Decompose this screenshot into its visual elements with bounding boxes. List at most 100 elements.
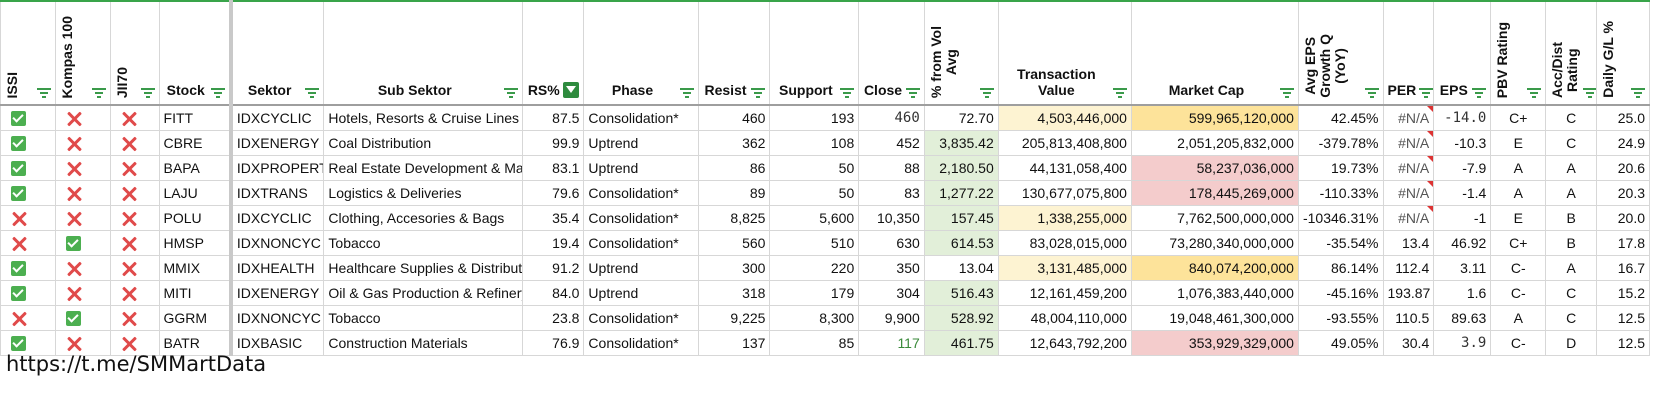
filter-icon[interactable]: [840, 88, 855, 98]
cell-jii70[interactable]: [109, 280, 160, 306]
col-header-resist[interactable]: Resist: [697, 0, 771, 106]
cell-close[interactable]: 452: [858, 130, 925, 156]
cell-avg-eps-growth[interactable]: 42.45%: [1297, 104, 1384, 131]
cell-per[interactable]: 13.4: [1382, 230, 1435, 256]
cell-pct-from-vol-avg[interactable]: 72.70: [923, 104, 999, 131]
col-header-kompas100[interactable]: Kompas 100: [54, 0, 111, 106]
cell-eps[interactable]: 89.63: [1433, 305, 1492, 331]
col-header-stock[interactable]: Stock: [158, 0, 232, 106]
cell-avg-eps-growth[interactable]: -35.54%: [1297, 230, 1384, 256]
cell-eps[interactable]: -10.3: [1433, 130, 1492, 156]
cell-market-cap[interactable]: 353,929,329,000: [1130, 330, 1299, 356]
cell-jii70[interactable]: [109, 205, 160, 231]
cell-stock[interactable]: POLU: [158, 205, 232, 231]
col-header-eps[interactable]: EPS: [1433, 0, 1492, 106]
cell-market-cap[interactable]: 58,237,036,000: [1130, 155, 1299, 181]
cell-per[interactable]: 30.4: [1382, 330, 1435, 356]
cell-pct-from-vol-avg[interactable]: 614.53: [923, 230, 999, 256]
cell-sub-sektor[interactable]: Construction Materials: [323, 330, 524, 356]
cell-stock[interactable]: LAJU: [158, 180, 232, 206]
cell-avg-eps-growth[interactable]: -45.16%: [1297, 280, 1384, 306]
cell-market-cap[interactable]: 1,076,383,440,000: [1130, 280, 1299, 306]
cell-transaction-value[interactable]: 48,004,110,000: [997, 305, 1132, 331]
cell-per[interactable]: #N/A: [1382, 180, 1435, 206]
col-header-close[interactable]: Close: [858, 0, 925, 106]
cell-support[interactable]: 5,600: [769, 205, 860, 231]
cell-support[interactable]: 220: [769, 255, 860, 281]
table-row[interactable]: GGRM IDXNONCYC Tobacco 23.8 Consolidation* 9,…: [0, 305, 1650, 331]
cell-stock[interactable]: HMSP: [158, 230, 232, 256]
cell-pbv-rating[interactable]: C+: [1490, 230, 1547, 256]
cell-market-cap[interactable]: 2,051,205,832,000: [1130, 130, 1299, 156]
cell-accdist-rating[interactable]: C: [1545, 104, 1597, 131]
cell-support[interactable]: 50: [769, 155, 860, 181]
cell-daily-gl[interactable]: 16.7: [1596, 255, 1650, 281]
cell-per[interactable]: #N/A: [1382, 104, 1435, 131]
cell-transaction-value[interactable]: 44,131,058,400: [997, 155, 1132, 181]
cell-pbv-rating[interactable]: C-: [1490, 255, 1547, 281]
cell-eps[interactable]: -1.4: [1433, 180, 1492, 206]
cell-sektor[interactable]: IDXCYCLIC: [228, 205, 325, 231]
table-row[interactable]: HMSP IDXNONCYC Tobacco 19.4 Consolidation* 56…: [0, 230, 1650, 256]
cell-sub-sektor[interactable]: Real Estate Development & Management: [323, 155, 524, 181]
cell-rs[interactable]: 19.4: [522, 230, 585, 256]
cell-jii70[interactable]: [109, 104, 160, 131]
cell-daily-gl[interactable]: 17.8: [1596, 230, 1650, 256]
filter-icon[interactable]: [905, 88, 920, 98]
cell-market-cap[interactable]: 7,762,500,000,000: [1130, 205, 1299, 231]
cell-rs[interactable]: 35.4: [522, 205, 585, 231]
cell-resist[interactable]: 86: [697, 155, 771, 181]
cell-eps[interactable]: 46.92: [1433, 230, 1492, 256]
cell-stock[interactable]: FITT: [158, 104, 232, 131]
footer-link[interactable]: https://t.me/SMMartData: [6, 352, 266, 376]
cell-pbv-rating[interactable]: C-: [1490, 280, 1547, 306]
cell-sub-sektor[interactable]: Hotels, Resorts & Cruise Lines: [323, 104, 524, 131]
cell-rs[interactable]: 23.8: [522, 305, 585, 331]
cell-jii70[interactable]: [109, 305, 160, 331]
col-header-pbv-rating[interactable]: PBV Rating: [1490, 0, 1547, 106]
cell-kompas100[interactable]: [54, 205, 111, 231]
col-header-issi[interactable]: ISSI: [0, 0, 56, 106]
col-header-support[interactable]: Support: [769, 0, 860, 106]
cell-close[interactable]: 350: [858, 255, 925, 281]
col-header-sektor[interactable]: Sektor: [228, 0, 325, 106]
cell-pct-from-vol-avg[interactable]: 3,835.42: [923, 130, 999, 156]
cell-sub-sektor[interactable]: Clothing, Accesories & Bags: [323, 205, 524, 231]
cell-kompas100[interactable]: [54, 104, 111, 131]
cell-accdist-rating[interactable]: A: [1545, 255, 1597, 281]
cell-avg-eps-growth[interactable]: -379.78%: [1297, 130, 1384, 156]
cell-eps[interactable]: 1.6: [1433, 280, 1492, 306]
cell-resist[interactable]: 460: [697, 104, 771, 131]
cell-kompas100[interactable]: [54, 255, 111, 281]
cell-sektor[interactable]: IDXCYCLIC: [228, 104, 325, 131]
cell-sub-sektor[interactable]: Oil & Gas Production & Refinery: [323, 280, 524, 306]
cell-issi[interactable]: [0, 205, 56, 231]
cell-pbv-rating[interactable]: A: [1490, 155, 1547, 181]
cell-phase[interactable]: Consolidation*: [583, 180, 699, 206]
cell-market-cap[interactable]: 73,280,340,000,000: [1130, 230, 1299, 256]
cell-stock[interactable]: CBRE: [158, 130, 232, 156]
cell-support[interactable]: 179: [769, 280, 860, 306]
col-header-phase[interactable]: Phase: [583, 0, 699, 106]
cell-daily-gl[interactable]: 20.6: [1596, 155, 1650, 181]
col-header-rs[interactable]: RS%: [522, 0, 585, 106]
table-row[interactable]: BAPA IDXPROPERT Real Estate Development & …: [0, 155, 1650, 181]
cell-transaction-value[interactable]: 83,028,015,000: [997, 230, 1132, 256]
cell-rs[interactable]: 83.1: [522, 155, 585, 181]
cell-pbv-rating[interactable]: C+: [1490, 104, 1547, 131]
filter-icon[interactable]: [1112, 88, 1127, 98]
cell-sektor[interactable]: IDXNONCYC: [228, 305, 325, 331]
cell-per[interactable]: 193.87: [1382, 280, 1435, 306]
active-filter-icon[interactable]: [563, 82, 580, 98]
cell-kompas100[interactable]: [54, 305, 111, 331]
cell-rs[interactable]: 87.5: [522, 104, 585, 131]
cell-accdist-rating[interactable]: A: [1545, 155, 1597, 181]
cell-eps[interactable]: -1: [1433, 205, 1492, 231]
cell-phase[interactable]: Uptrend: [583, 155, 699, 181]
cell-phase[interactable]: Consolidation*: [583, 205, 699, 231]
cell-transaction-value[interactable]: 130,677,075,800: [997, 180, 1132, 206]
col-header-pct-from-vol-avg[interactable]: % from Vol Avg: [923, 0, 999, 106]
cell-close[interactable]: 83: [858, 180, 925, 206]
cell-sektor[interactable]: IDXNONCYC: [228, 230, 325, 256]
cell-pbv-rating[interactable]: E: [1490, 205, 1547, 231]
